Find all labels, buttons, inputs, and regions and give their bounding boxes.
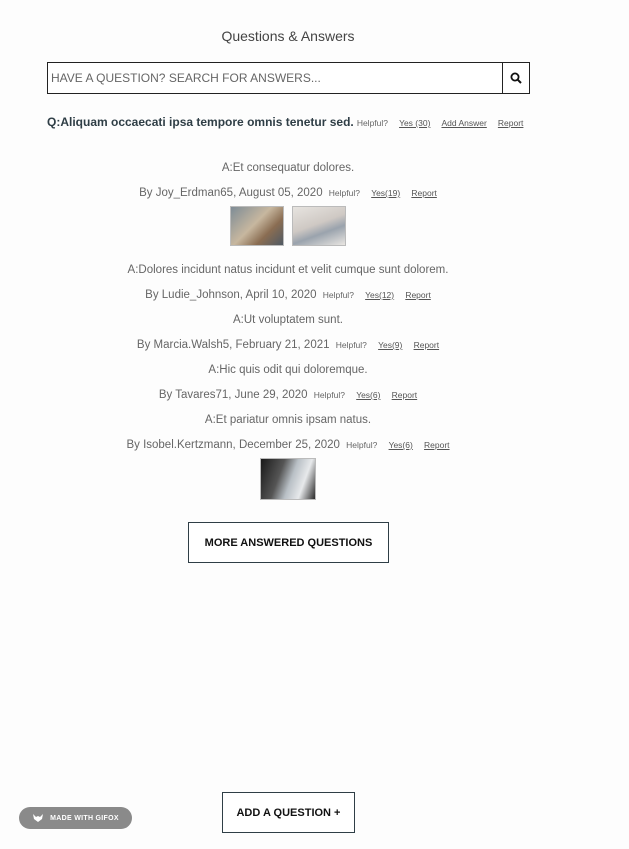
answer-body: A:Dolores incidunt natus incidunt et vel… — [127, 264, 449, 276]
answer-author-date: By Joy_Erdman65, August 05, 2020 — [139, 187, 323, 199]
answer-report-link[interactable]: Report — [414, 340, 440, 350]
question-helpful-label: Helpful? — [356, 118, 388, 128]
answer-report-link[interactable]: Report — [411, 188, 437, 198]
answer-yes-link[interactable]: Yes(6) — [356, 390, 380, 400]
question-row: Q:Aliquam occaecati ipsa tempore omnis t… — [47, 115, 547, 129]
answer-meta: By Ludie_Johnson, April 10, 2020 Helpful… — [0, 286, 576, 304]
answer-item: A:Ut voluptatem sunt. By Marcia.Walsh5, … — [0, 310, 576, 354]
add-question-button[interactable]: ADD A QUESTION + — [222, 792, 355, 833]
answer-item: A:Dolores incidunt natus incidunt et vel… — [0, 260, 576, 304]
answer-author-date: By Tavares71, June 29, 2020 — [158, 389, 308, 401]
answer-photos — [0, 206, 576, 246]
answer-author-date: By Isobel.Kertzmann, December 25, 2020 — [126, 439, 340, 451]
fox-logo-icon — [33, 814, 44, 822]
answer-helpful-label: Helpful? — [313, 390, 345, 400]
answer-yes-link[interactable]: Yes(6) — [389, 440, 413, 450]
answer-report-link[interactable]: Report — [424, 440, 450, 450]
answer-report-link[interactable]: Report — [392, 390, 418, 400]
answer-photo-thumbnail[interactable] — [230, 206, 284, 246]
answer-body: A:Et consequatur dolores. — [221, 162, 355, 174]
search-bar — [47, 62, 530, 94]
answer-body: A:Et pariatur omnis ipsam natus. — [204, 414, 372, 426]
answer-helpful-label: Helpful? — [346, 440, 378, 450]
answer-meta: By Isobel.Kertzmann, December 25, 2020 H… — [0, 436, 576, 454]
question-report-link[interactable]: Report — [498, 118, 524, 128]
watermark-text: MADE WITH GIFOX — [50, 814, 119, 822]
answer-photos — [0, 458, 576, 500]
answer-report-link[interactable]: Report — [405, 290, 431, 300]
answer-body: A:Ut voluptatem sunt. — [233, 314, 343, 326]
answer-item: A:Et pariatur omnis ipsam natus. By Isob… — [0, 410, 576, 500]
answer-yes-link[interactable]: Yes(9) — [378, 340, 402, 350]
question-text: Q:Aliquam occaecati ipsa tempore omnis t… — [47, 115, 354, 129]
add-answer-link[interactable]: Add Answer — [441, 118, 486, 128]
answer-item: A:Hic quis odit qui doloremque. By Tavar… — [0, 360, 576, 404]
answer-helpful-label: Helpful? — [328, 188, 360, 198]
answer-helpful-label: Helpful? — [322, 290, 354, 300]
answer-photo-thumbnail[interactable] — [292, 206, 346, 246]
answer-author-date: By Marcia.Walsh5, February 21, 2021 — [136, 339, 330, 351]
answer-yes-link[interactable]: Yes(19) — [371, 188, 400, 198]
answer-meta: By Tavares71, June 29, 2020 Helpful? Yes… — [0, 386, 576, 404]
answer-yes-link[interactable]: Yes(12) — [365, 290, 394, 300]
answer-helpful-label: Helpful? — [335, 340, 367, 350]
search-button[interactable] — [502, 63, 529, 93]
question-yes-link[interactable]: Yes (30) — [399, 118, 430, 128]
answer-photo-thumbnail[interactable] — [260, 458, 316, 500]
answer-item: A:Et consequatur dolores. By Joy_Erdman6… — [0, 158, 576, 246]
more-answered-questions-button[interactable]: MORE ANSWERED QUESTIONS — [188, 522, 389, 563]
answer-author-date: By Ludie_Johnson, April 10, 2020 — [145, 289, 317, 301]
search-input[interactable] — [48, 63, 502, 93]
search-icon — [510, 72, 522, 84]
answer-meta: By Marcia.Walsh5, February 21, 2021 Help… — [0, 336, 576, 354]
gifox-watermark: MADE WITH GIFOX — [19, 807, 132, 829]
answer-meta: By Joy_Erdman65, August 05, 2020 Helpful… — [0, 184, 576, 202]
answer-body: A:Hic quis odit qui doloremque. — [208, 364, 368, 376]
page-title: Questions & Answers — [221, 28, 355, 44]
answers-list: A:Et consequatur dolores. By Joy_Erdman6… — [0, 156, 576, 500]
